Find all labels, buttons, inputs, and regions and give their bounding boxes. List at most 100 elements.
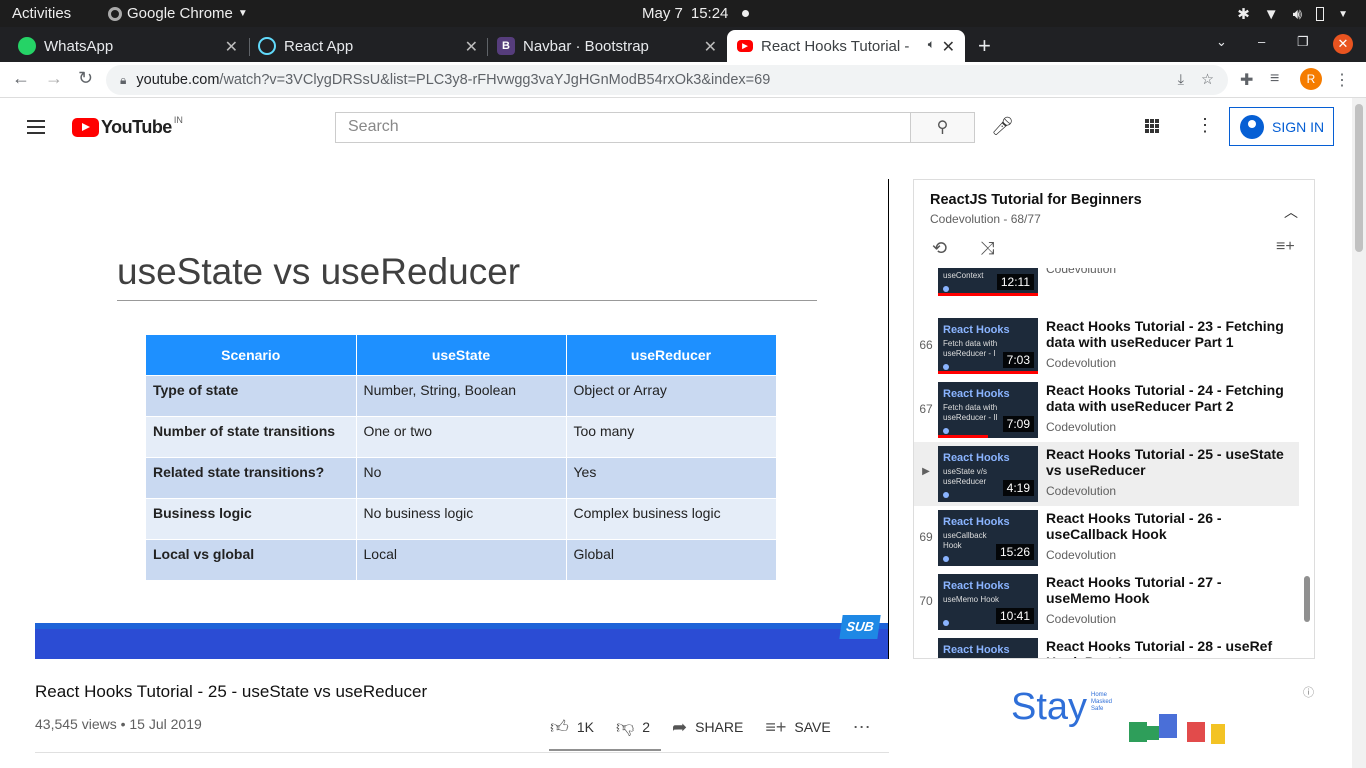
close-tab-icon[interactable]: ✕ [942, 37, 955, 57]
app-menu[interactable]: Google Chrome ▼ [108, 5, 248, 22]
playlist-item-title: React Hooks Tutorial - 24 - Fetching dat… [1046, 382, 1284, 414]
address-bar[interactable]: 🔒︎ youtube.com/watch?v=3VClygDRSsU&list=… [106, 65, 1228, 95]
back-arrow-icon[interactable]: ← [12, 68, 30, 89]
playlist-item-thumbnail[interactable]: React Hooks Fetch data with useReducer - … [938, 318, 1038, 374]
playlist-item-thumbnail[interactable]: React HooksuseRef Hook I [938, 638, 1038, 658]
playlist-item-index: 66 [919, 338, 933, 352]
video-actions: 👍︎ 1K 👎︎ 2 ➦ SHARE ≡+ SAVE ⋯ [550, 716, 893, 738]
page-scrollbar[interactable] [1352, 98, 1366, 768]
media-control-icon[interactable]: ≡ [1270, 70, 1279, 88]
playlist-add-icon[interactable]: ≡+ [1276, 238, 1295, 256]
playlist-item-thumbnail[interactable]: React Hooks useMemo Hook 10:41 [938, 574, 1038, 630]
extensions-icon[interactable]: ✚ [1240, 70, 1253, 90]
share-button[interactable]: ➦ SHARE [672, 717, 743, 738]
system-tray[interactable]: ✱ ▼ 🔊︎ ▼ [1237, 5, 1348, 24]
house-illustration [1159, 714, 1177, 738]
subscribe-badge[interactable]: SUB [839, 615, 881, 639]
scrollbar-thumb[interactable] [1355, 104, 1363, 252]
loop-icon[interactable]: ⟲ [932, 238, 947, 259]
playlist-item-thumbnail[interactable]: React Hooks useCallback Hook 15:26 [938, 510, 1038, 566]
video-title: React Hooks Tutorial - 25 - useState vs … [35, 682, 428, 701]
chevron-up-icon[interactable]: ︿ [1284, 202, 1298, 222]
watch-progress-bar [938, 293, 1038, 296]
playlist-item[interactable]: 67 React Hooks Fetch data with useReducer … [914, 378, 1299, 442]
clock[interactable]: May 7 15:24 [642, 5, 750, 22]
account-icon [1240, 114, 1264, 139]
search-input[interactable]: Search [335, 112, 911, 143]
playlist-item-title: React Hooks Tutorial - 25 - useState vs … [1046, 446, 1284, 478]
playlist-item-index: 69 [919, 530, 933, 544]
new-tab-button[interactable]: + [978, 33, 991, 59]
thumbnail-subtitle: Fetch data with useReducer - II [943, 403, 998, 422]
region-code: IN [173, 114, 183, 125]
wifi-icon: ▼ [1263, 5, 1279, 23]
bookmark-star-icon[interactable]: ☆ [1201, 72, 1214, 88]
tab-youtube[interactable]: ▶ React Hooks Tutorial - 🔈︎ ✕ [727, 30, 965, 62]
table-row: Related state transitions? No Yes [146, 456, 777, 498]
lock-icon: 🔒︎ [120, 72, 127, 87]
playlist-scrollbar[interactable] [1304, 576, 1310, 622]
close-tab-icon[interactable]: ✕ [704, 37, 717, 57]
settings-kebab-icon[interactable]: ⋮ [1196, 115, 1214, 136]
notification-dot [742, 10, 750, 17]
advertisement[interactable]: Stay Home Masked Safe ⓘ [913, 682, 1315, 748]
tab-strip: WhatsApp ✕ React App ✕ B Navbar · Bootst… [0, 27, 1366, 62]
shuffle-icon[interactable]: ⤨ [980, 238, 994, 259]
close-tab-icon[interactable]: ✕ [465, 37, 478, 57]
window-close-button[interactable]: ✕ [1333, 34, 1353, 54]
table-cell: Type of state [146, 374, 357, 416]
playlist-item-thumbnail[interactable]: React Hooks Fetch data with useReducer - … [938, 382, 1038, 438]
video-player[interactable]: useState vs useReducer Scenario useState… [35, 179, 889, 659]
minimize-button[interactable]: – [1258, 34, 1265, 49]
tab-react-app[interactable]: React App ✕ [248, 30, 488, 62]
info-icon[interactable]: ⓘ [1303, 684, 1314, 700]
reload-icon[interactable]: ↻ [78, 68, 93, 89]
playlist-title[interactable]: ReactJS Tutorial for Beginners [930, 192, 1142, 208]
save-button[interactable]: ≡+ SAVE [765, 717, 830, 738]
microphone-icon[interactable]: 🎤︎ [991, 116, 1014, 137]
activities-button[interactable]: Activities [12, 5, 71, 22]
channel-dot-icon [943, 286, 949, 292]
save-label: SAVE [794, 719, 831, 735]
table-cell: Object or Array [566, 374, 777, 416]
install-icon[interactable]: ⤓ [1178, 72, 1184, 88]
bootstrap-icon: B [497, 37, 515, 55]
divider [35, 752, 889, 753]
tab-search-icon[interactable]: ⌄ [1216, 34, 1227, 50]
url-path: /watch?v=3VClygDRSsU&list=PLC3y8-rFHvwgg… [219, 72, 771, 88]
video-duration: 7:03 [1002, 352, 1034, 368]
house-illustration [1145, 726, 1159, 740]
playlist-item[interactable]: 70 React Hooks useMemo Hook 10:41 React Hook… [914, 570, 1299, 634]
react-icon [258, 37, 276, 55]
forward-arrow-icon[interactable]: → [45, 68, 63, 89]
dislike-button[interactable]: 👎︎ 2 [616, 716, 650, 738]
more-actions-button[interactable]: ⋯ [853, 717, 871, 738]
table-cell: Number, String, Boolean [356, 374, 567, 416]
comparison-table: Scenario useState useReducer Type of sta… [146, 335, 777, 580]
playlist-item[interactable]: 66 React Hooks Fetch data with useReducer … [914, 314, 1299, 378]
dislike-count: 2 [642, 719, 651, 735]
playlist-item[interactable]: 69 React Hooks useCallback Hook 15:26 React … [914, 506, 1299, 570]
playlist-item[interactable]: 71React HooksuseRef Hook I React Hooks Tu… [914, 634, 1299, 658]
video-duration: 12:11 [996, 274, 1034, 290]
tab-whatsapp[interactable]: WhatsApp ✕ [8, 30, 248, 62]
close-tab-icon[interactable]: ✕ [225, 37, 238, 57]
ad-tagline: Home Masked Safe [1091, 692, 1113, 712]
maximize-button[interactable]: ❐ [1297, 34, 1309, 50]
search-button[interactable]: ⚲ [910, 112, 975, 143]
slide-footer-bar [35, 623, 888, 659]
youtube-logo[interactable]: YouTube IN [72, 114, 183, 138]
menu-icon[interactable] [27, 120, 45, 138]
profile-avatar[interactable]: R [1300, 68, 1322, 90]
sign-in-button[interactable]: SIGN IN [1229, 107, 1334, 146]
search-icon: ⚲ [936, 119, 949, 136]
playlist-item-thumbnail[interactable]: React Hooks useState v/s useReducer 4:19 [938, 446, 1038, 502]
tab-bootstrap[interactable]: B Navbar · Bootstrap ✕ [487, 30, 727, 62]
chrome-menu-icon[interactable]: ⋮ [1334, 70, 1350, 90]
caret-down-icon: ▼ [237, 8, 248, 19]
like-button[interactable]: 👍︎ 1K [550, 716, 594, 738]
playlist-item[interactable]: ▶ React Hooks useState v/s useReducer 4:19 R… [914, 442, 1299, 506]
speaker-icon[interactable]: 🔈︎ [928, 37, 935, 52]
apps-grid-icon[interactable] [1145, 119, 1163, 134]
table-header: Scenario [146, 335, 357, 375]
